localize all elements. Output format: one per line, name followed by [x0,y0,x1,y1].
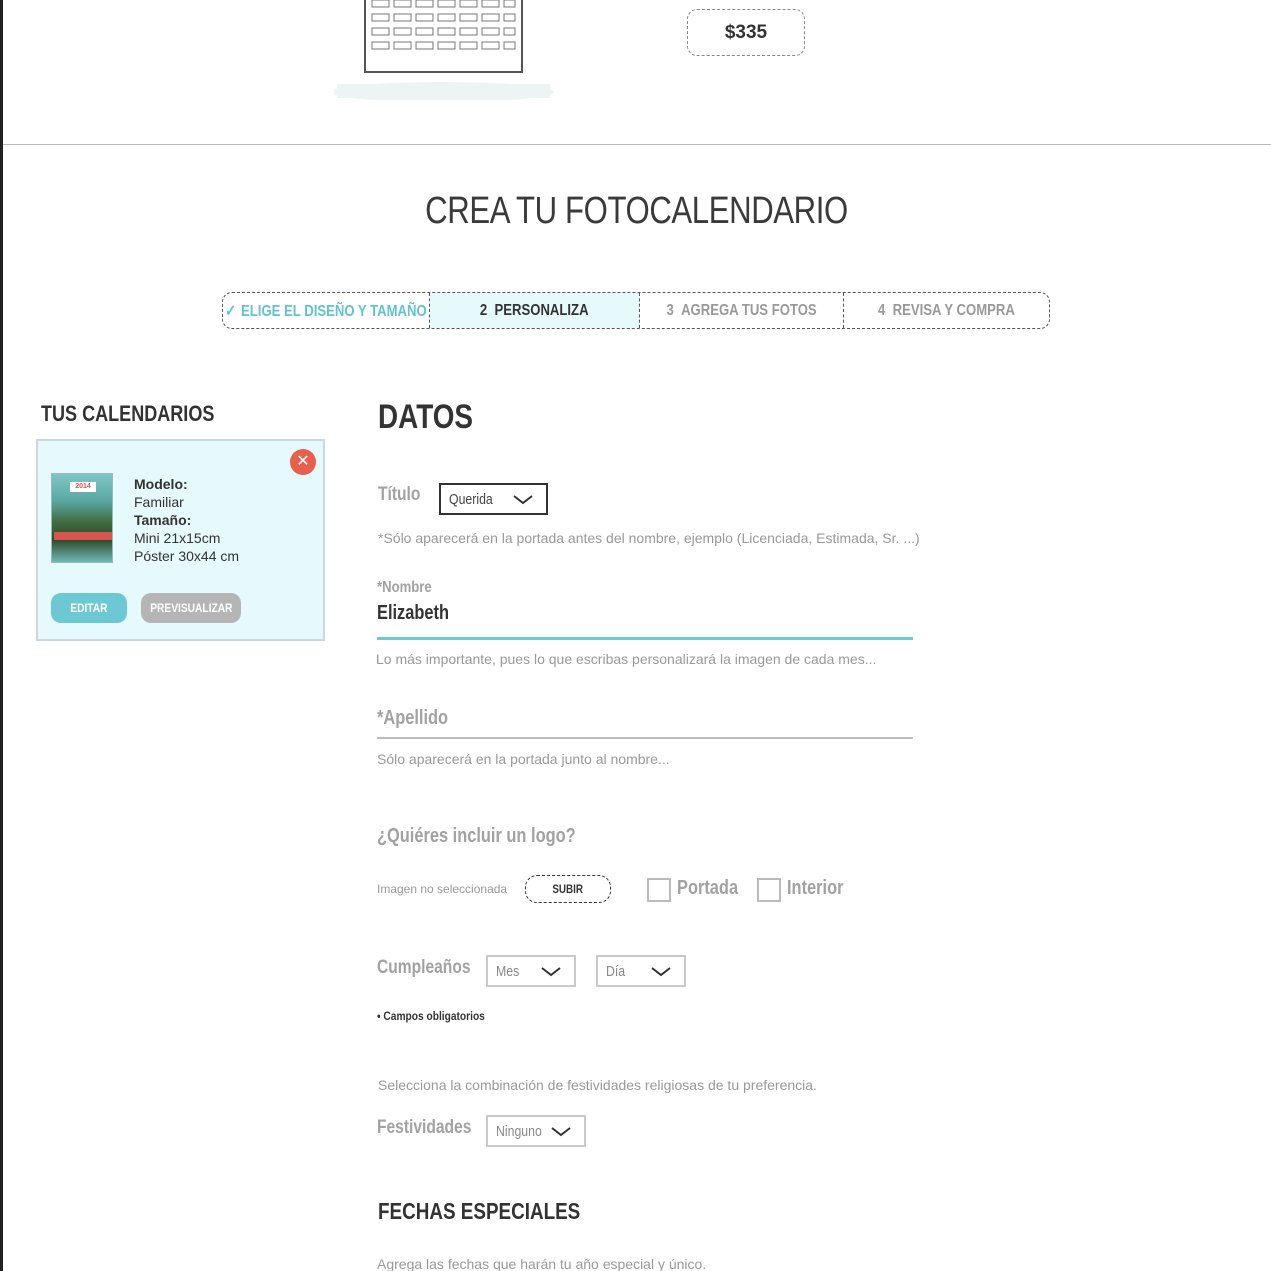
step-label: PERSONALIZA [494,301,589,319]
preview-button[interactable]: PREVISUALIZAR [141,593,241,623]
last-name-placeholder: *Apellido [377,707,449,729]
close-icon[interactable]: ✕ [290,449,316,475]
sidebar-title: TUS CALENDARIOS [41,401,215,426]
title-hint: *Sólo aparecerá en la portada antes del … [378,530,920,546]
last-name-hint: Sólo aparecerá en la portada junto al no… [377,751,670,767]
name-hint: Lo más importante, pues lo que escribas … [376,651,877,667]
size-value: Póster 30x44 cm [134,548,240,564]
step-progress: ✓ ELIGE EL DISEÑO Y TAMAÑO 2 PERSONALIZA … [222,292,1050,329]
size-value: Mini 21x15cm [134,530,221,546]
cover-checkbox-label: Portada [677,877,739,899]
check-icon: ✓ [225,302,237,320]
title-select-value: Querida [449,490,493,508]
festivities-label: Festividades [377,1117,472,1138]
name-label: *Nombre [377,579,432,596]
step-2-personalize[interactable]: 2 PERSONALIZA [430,293,640,328]
price-badge: $335 [687,9,805,56]
chevron-down-icon [651,967,671,977]
special-dates-title: FECHAS ESPECIALES [378,1198,581,1224]
calendar-info: Modelo: Familiar Tamaño: Mini 21x15cm Pó… [134,475,239,565]
last-name-input[interactable]: *Apellido [377,701,913,739]
festivities-hint: Selecciona la combinación de festividade… [378,1077,817,1093]
thumbnail-ribbon [54,532,112,540]
name-input[interactable]: Elizabeth [377,602,913,640]
step-label: REVISA Y COMPRA [892,301,1015,319]
step-1-design[interactable]: ✓ ELIGE EL DISEÑO Y TAMAÑO [223,293,430,328]
festivities-select[interactable]: Ninguno [486,1115,586,1147]
chevron-down-icon [551,1127,571,1137]
logo-question: ¿Quiéres incluir un logo? [377,825,576,847]
calendar-illustration [334,0,554,100]
interior-checkbox-label: Interior [787,877,844,899]
upload-button-label: SUBIR [552,882,584,896]
step-number: 4 [878,301,886,319]
size-label: Tamaño: [134,512,192,528]
chevron-down-icon [541,967,561,977]
step-4-review[interactable]: 4 REVISA Y COMPRA [844,293,1049,328]
step-label: AGREGA TUS FOTOS [680,301,817,319]
calendar-thumbnail: 2014 [51,473,113,563]
calendar-card: ✕ 2014 Modelo: Familiar Tamaño: Mini 21x… [36,439,325,641]
logo-file-status: Imagen no seleccionada [377,882,508,896]
model-value: Familiar [134,494,184,510]
step-label: ELIGE EL DISEÑO Y TAMAÑO [241,302,427,320]
preview-button-label: PREVISUALIZAR [149,601,233,615]
upload-button[interactable]: SUBIR [525,875,611,903]
title-label: Título [378,484,421,505]
interior-checkbox[interactable] [757,878,781,902]
birthday-label: Cumpleaños [377,957,471,978]
chevron-down-icon [513,495,533,505]
birthday-month-value: Mes [496,962,520,980]
cover-checkbox[interactable] [647,878,671,902]
page-frame-left [0,0,3,1271]
section-title: DATOS [378,398,474,436]
birthday-day-select[interactable]: Día [596,955,686,987]
page-title: CREA TU FOTOCALENDARIO [425,190,848,232]
step-3-photos[interactable]: 3 AGREGA TUS FOTOS [640,293,844,328]
step-number: 2 [480,301,488,319]
special-dates-hint: Agrega las fechas que harán tu año espec… [377,1256,707,1271]
name-input-value: Elizabeth [377,602,449,624]
required-note: • Campos obligatorios [377,1009,485,1023]
thumbnail-year: 2014 [70,482,96,492]
title-select[interactable]: Querida [439,483,548,515]
model-label: Modelo: [134,476,188,492]
edit-button-label: EDITAR [70,601,108,615]
birthday-day-value: Día [606,962,626,980]
edit-button[interactable]: EDITAR [51,593,127,623]
product-summary: $335 [3,0,1271,145]
step-number: 3 [666,301,674,319]
birthday-month-select[interactable]: Mes [486,955,576,987]
festivities-value: Ninguno [496,1122,542,1140]
